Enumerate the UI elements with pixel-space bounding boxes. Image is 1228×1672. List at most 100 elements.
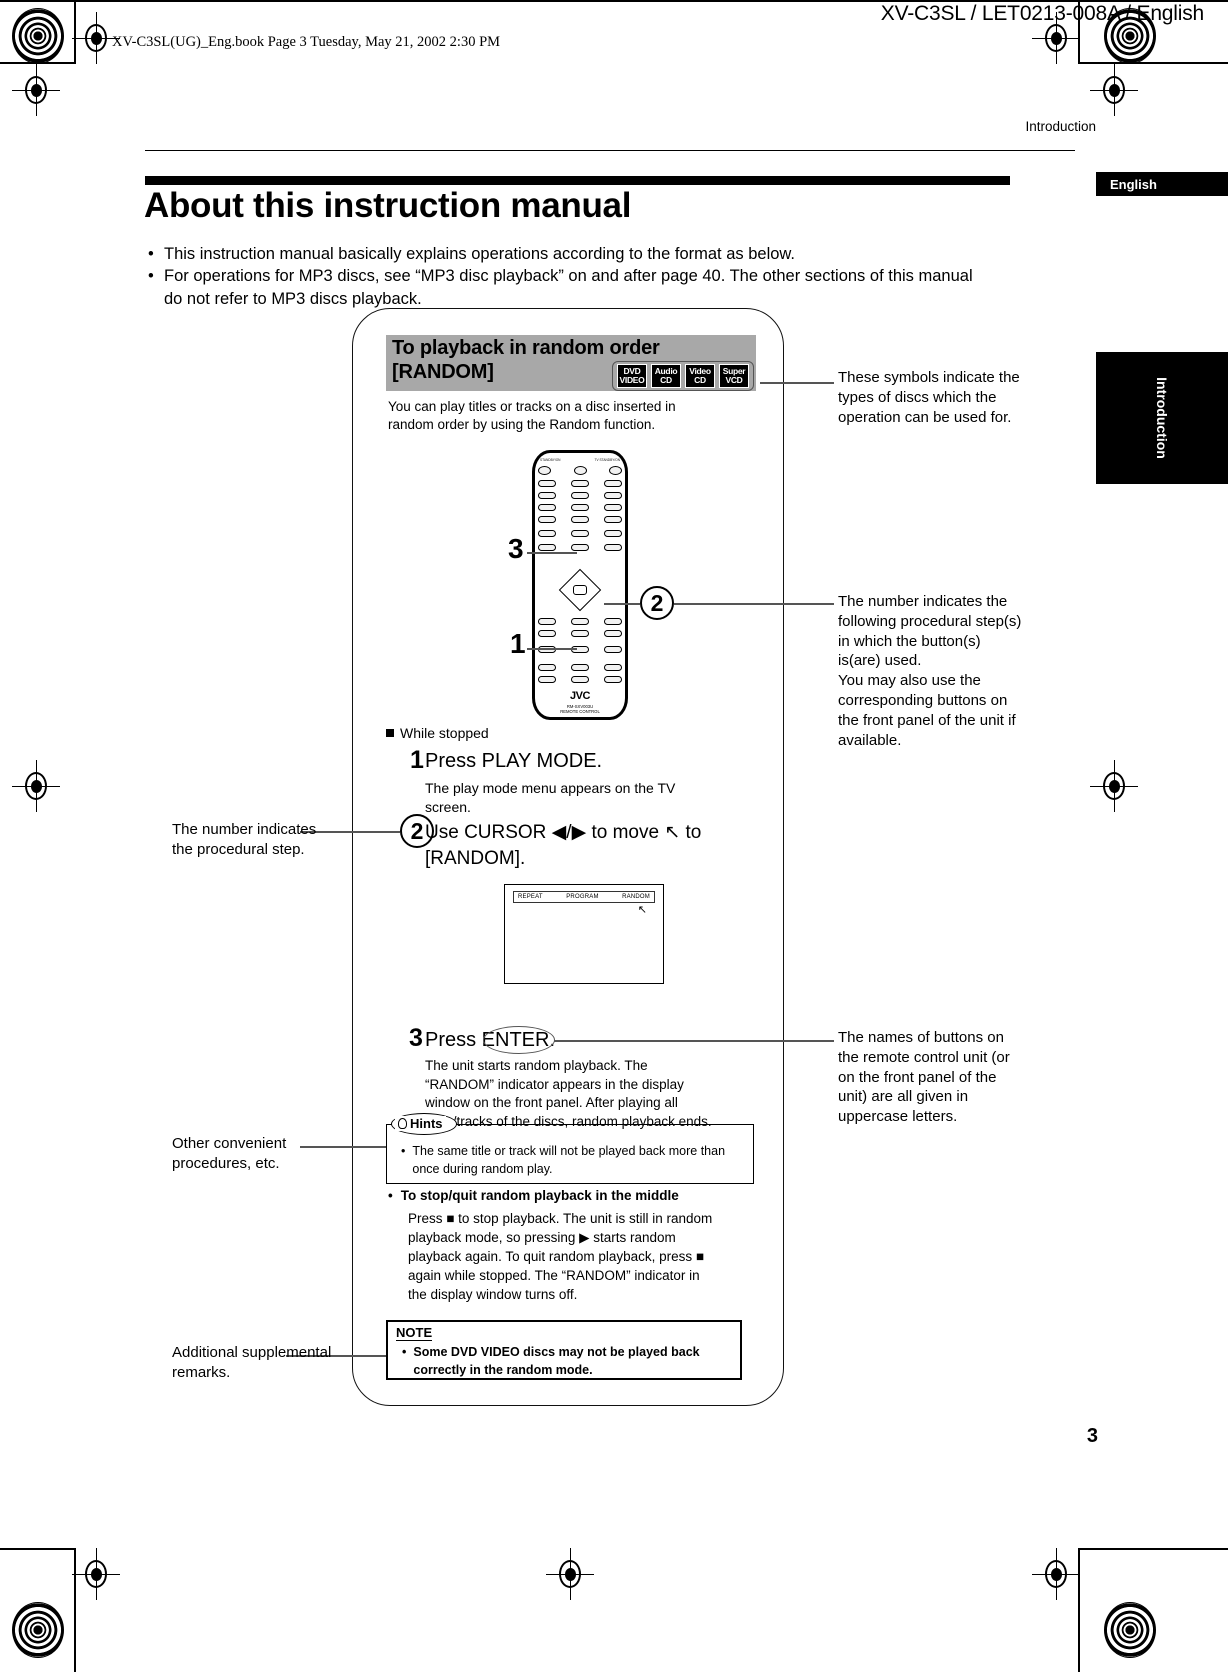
disc-badge-video-cd-bottom: CD (694, 375, 706, 385)
intro-bullet-1: For operations for MP3 discs, see “MP3 d… (164, 267, 973, 308)
crop-line-bottom-left-horiz (0, 1548, 76, 1550)
remote-button-row-10 (538, 664, 622, 671)
remote-label-tv: TV STANDBY/ON (594, 458, 620, 462)
list-item: • This instruction manual basically expla… (148, 243, 988, 265)
page-number: 3 (1086, 1425, 1098, 1447)
registration-circle-bottom-right (1104, 1602, 1156, 1658)
while-stopped-text: While stopped (400, 725, 489, 741)
side-section-tab-label: Introduction (1154, 377, 1170, 459)
crop-line-left-vert-top (74, 0, 76, 64)
registration-target-right-center (1090, 760, 1138, 812)
crop-line-left-horiz (0, 62, 76, 64)
remote-button-row-5 (538, 516, 622, 523)
remote-button-row-4 (538, 504, 622, 511)
disc-badge-super-vcd: Super VCD (719, 364, 749, 388)
step-1-number: 1 (410, 746, 424, 774)
tv-play-mode-menu: REPEAT PROGRAM RANDOM (513, 891, 655, 903)
remote-button-row-6 (538, 530, 622, 537)
crop-line-right-vert-bottom (1078, 1548, 1080, 1672)
language-tab: English (1096, 172, 1228, 196)
hints-label-text: Hints (410, 1116, 443, 1131)
callout-number-2-remote: 2 (640, 586, 674, 620)
step-1-title: Press PLAY MODE. (425, 750, 603, 772)
registration-target-bottom-left (72, 1548, 120, 1600)
remote-model-label: RM-SXV003U REMOTE CONTROL (560, 704, 600, 715)
callout-leader-3 (527, 552, 577, 554)
annotation-buttons-right: The names of buttons on the remote contr… (838, 1029, 1010, 1126)
tv-menu-item-program: PROGRAM (566, 894, 599, 900)
bullet-glyph: • (401, 1144, 406, 1158)
stop-quit-heading-row: • To stop/quit random playback in the mi… (388, 1188, 728, 1203)
intro-bullet-list: • This instruction manual basically expla… (148, 243, 988, 310)
note-text-row: • Some DVD VIDEO discs may not be played… (402, 1344, 722, 1380)
crop-line-right-horiz (1078, 62, 1228, 64)
sample-lead-text: You can play titles or tracks on a disc … (388, 399, 676, 433)
sample-heading-line1: To playback in random order (392, 337, 660, 359)
sample-heading-block: To playback in random order [RANDOM] DVD… (386, 335, 756, 391)
note-label: NOTE (396, 1325, 433, 1341)
side-section-tab: Introduction (1096, 352, 1228, 484)
crop-line-left-vert-bottom (74, 1548, 76, 1672)
book-source-line: XV-C3SL(UG)_Eng.book Page 3 Tuesday, May… (112, 34, 501, 50)
remote-button-row-2 (538, 480, 622, 487)
remote-model-line1: RM-SXV003U (566, 703, 594, 709)
sample-heading-line2: [RANDOM] (392, 361, 494, 383)
remote-cursor-dpad (558, 568, 602, 612)
remote-button-row-11 (538, 676, 622, 683)
title-rule (145, 176, 1010, 185)
note-text: Some DVD VIDEO discs may not be played b… (413, 1345, 700, 1377)
step-2-title: Use CURSOR ◀/▶ to move ↖ to [RANDOM]. (425, 822, 702, 870)
hints-text: The same title or track will not be play… (412, 1144, 726, 1176)
callout-leader-2-remote-left (604, 603, 640, 605)
registration-target-left-center (12, 760, 60, 812)
step-1-detail: The play mode menu appears on the TV scr… (425, 780, 676, 815)
page-title: About this instruction manual (144, 186, 632, 225)
registration-target-mid-left (12, 64, 60, 116)
annotation-number-left: The number indicates the procedural step… (172, 821, 317, 858)
remote-button-row-3 (538, 492, 622, 499)
section-label: Introduction (1025, 119, 1096, 134)
stop-quit-heading: To stop/quit random playback in the midd… (400, 1188, 679, 1203)
registration-circle-bottom-left (12, 1602, 64, 1658)
annotation-additional-left: Additional supplemental remarks. (172, 1344, 332, 1381)
stop-quit-detail: Press ■ to stop playback. The unit is st… (408, 1211, 713, 1302)
hints-text-row: • The same title or track will not be pl… (401, 1143, 741, 1178)
square-bullet-icon (386, 729, 394, 737)
remote-label-standby: STANDBY/ON (540, 458, 561, 462)
enter-button (573, 585, 587, 595)
annotation-symbols: These symbols indicate the types of disc… (838, 369, 1020, 426)
remote-button-row-1 (538, 466, 622, 475)
disc-badge-audio-cd: Audio CD (651, 364, 681, 388)
bullet-glyph: • (388, 1188, 393, 1203)
tv-menu-item-random: RANDOM (622, 894, 650, 900)
enter-highlight-ellipse (483, 1026, 555, 1054)
header-rule (145, 150, 1075, 151)
document-id: XV-C3SL / LET0213-008A / English (880, 2, 1204, 25)
registration-target-bottom-right (1032, 1548, 1080, 1600)
tv-menu-item-repeat: REPEAT (518, 894, 543, 900)
disc-badge-video-cd: Video CD (685, 364, 715, 388)
disc-badge-dvd-video: DVD VIDEO (617, 364, 647, 388)
step-3-number: 3 (409, 1024, 423, 1052)
disc-type-badge-group: DVD VIDEO Audio CD Video CD Super VCD (612, 361, 754, 391)
bullet-glyph: • (148, 245, 154, 263)
disc-badge-dvd-video-bottom: VIDEO (619, 375, 645, 385)
callout-leader-1 (527, 648, 577, 650)
registration-circle-top-left (12, 8, 64, 64)
registration-target-mid-right (1090, 64, 1138, 116)
hints-label: Hints (395, 1116, 446, 1131)
callout-number-1: 1 (510, 628, 526, 659)
callout-number-3: 3 (508, 533, 524, 564)
disc-badge-audio-cd-bottom: CD (660, 375, 672, 385)
note-box: NOTE • Some DVD VIDEO discs may not be p… (386, 1320, 742, 1380)
step-3-detail: The unit starts random playback. The “RA… (425, 1058, 712, 1129)
remote-control-illustration: STANDBY/ON TV STANDBY/ON JVC RM-SXV003U … (532, 450, 628, 720)
leader-buttons-right (554, 1040, 834, 1042)
bullet-glyph: • (148, 267, 154, 286)
leader-number-right (674, 603, 834, 605)
tv-cursor-icon: ↖ (637, 904, 647, 916)
annotation-number-right: The number indicates the following proce… (838, 593, 1022, 749)
leader-symbols (760, 382, 834, 384)
intro-bullet-0: This instruction manual basically explai… (164, 245, 795, 263)
document-page: XV-C3SL / LET0213-008A / English XV-C3SL… (0, 0, 1228, 1672)
